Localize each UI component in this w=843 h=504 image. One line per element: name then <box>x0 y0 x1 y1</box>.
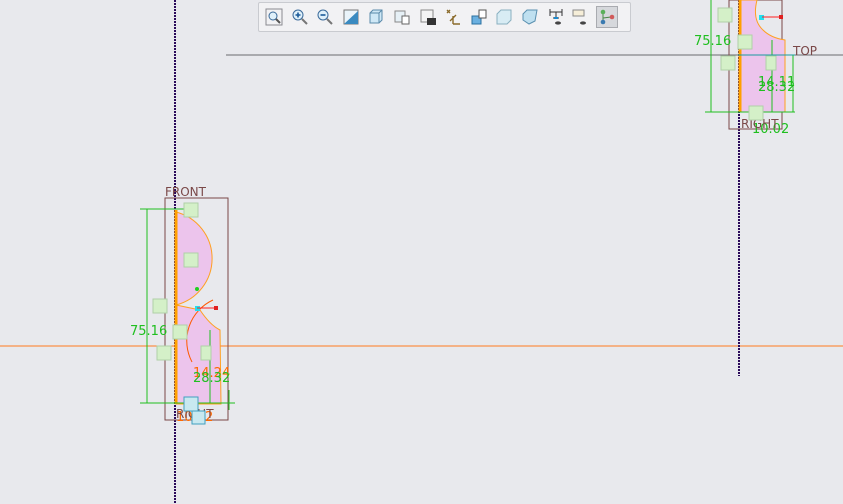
view-manager-button[interactable] <box>417 6 439 28</box>
dim-b[interactable]: 28.32 <box>193 371 230 386</box>
zoom-out-button[interactable] <box>314 6 336 28</box>
left-sketch[interactable]: FRONT 75.16 14.24 28.32 10.02 RIGHT <box>130 185 235 425</box>
dim-b[interactable]: 28.32 <box>758 80 795 95</box>
vertex-handle-end[interactable] <box>214 306 218 310</box>
hidden-line-icon <box>522 9 538 25</box>
vertex-display-icon <box>600 9 615 25</box>
shaded-view-icon <box>496 9 512 25</box>
vertex-handle-end[interactable] <box>779 15 783 19</box>
datum-display-button[interactable] <box>442 6 464 28</box>
plane-label-front: FRONT <box>165 185 207 199</box>
dim-height[interactable]: 75.16 <box>694 34 731 49</box>
graphics-toolbar <box>258 2 631 32</box>
constraint-display-icon <box>572 9 587 25</box>
zoom-in-button[interactable] <box>289 6 311 28</box>
refit-icon <box>265 8 283 26</box>
vertex-display-button[interactable] <box>595 6 618 28</box>
sketcher-display-icon <box>549 9 563 25</box>
graphics-area[interactable]: FRONT 75.16 14.24 28.32 10.02 RIGHT <box>0 0 843 504</box>
repaint-icon <box>343 9 359 25</box>
right-sketch[interactable]: TOP 75.16 14.11 28.32 10.02 RIGHT <box>694 0 817 137</box>
repaint-button[interactable] <box>340 6 362 28</box>
annotation-display-icon <box>471 9 487 25</box>
view-manager-icon <box>420 9 436 25</box>
saved-orientations-button[interactable] <box>391 6 413 28</box>
zoom-out-icon <box>317 9 333 25</box>
dim-height[interactable]: 75.16 <box>130 324 167 339</box>
sketcher-display-button[interactable] <box>545 6 567 28</box>
zoom-in-icon <box>292 9 308 25</box>
constraint-display-button[interactable] <box>570 6 592 28</box>
datum-display-icon <box>446 9 461 25</box>
display-style-icon <box>369 9 383 24</box>
refit-button[interactable] <box>263 6 285 28</box>
hidden-line-button[interactable] <box>519 6 541 28</box>
saved-orientations-icon <box>394 10 410 25</box>
plane-label-top: TOP <box>792 44 817 58</box>
shaded-view-button[interactable] <box>493 6 515 28</box>
annotation-display-button[interactable] <box>468 6 490 28</box>
display-style-button[interactable] <box>365 6 387 28</box>
vertex-handle-end[interactable] <box>195 287 199 291</box>
